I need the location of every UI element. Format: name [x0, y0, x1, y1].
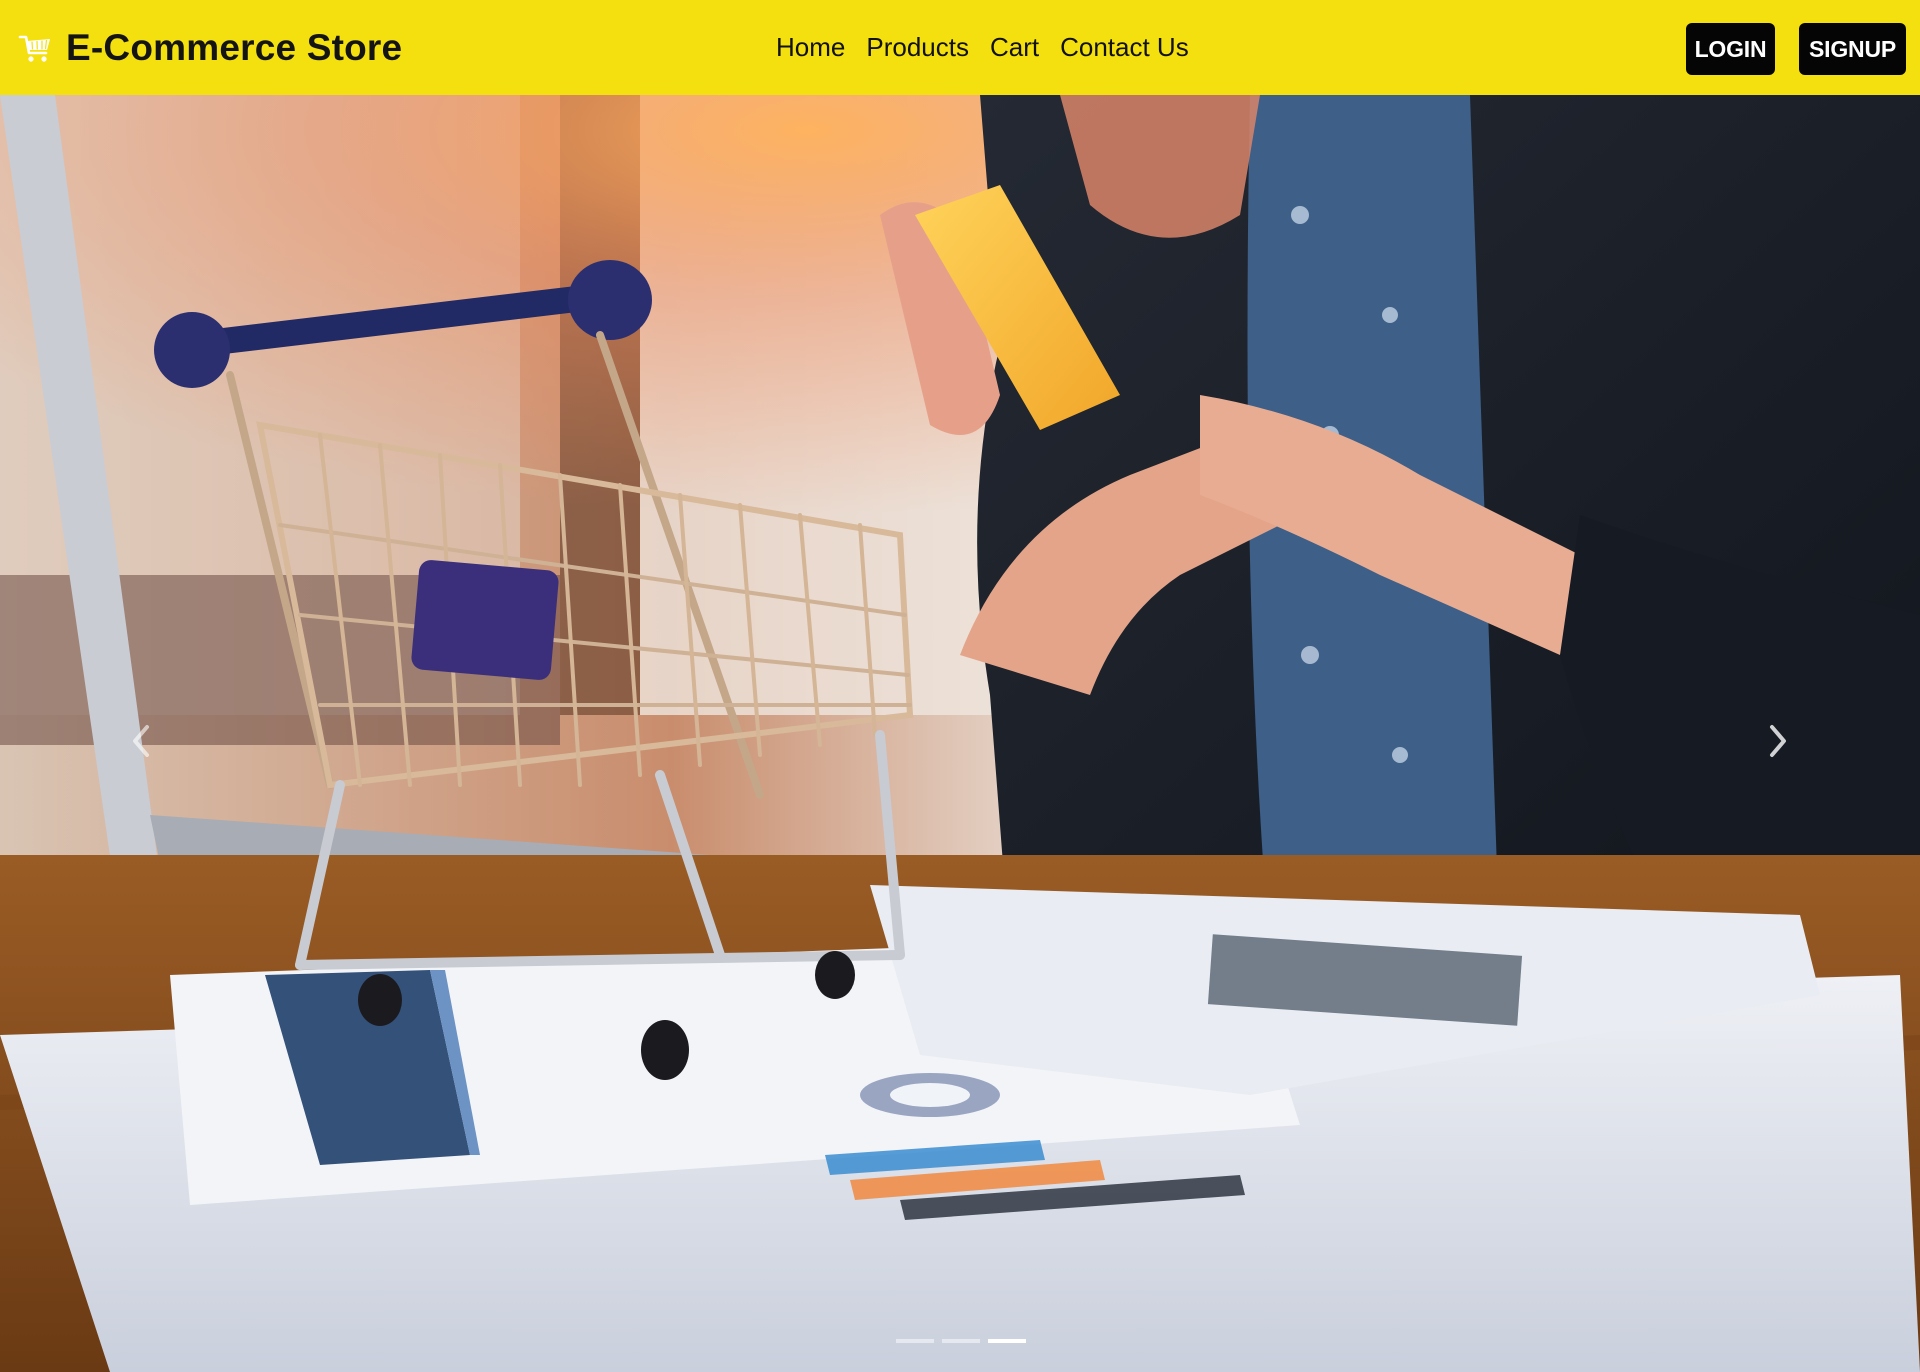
- top-navbar: E-Commerce Store Home Products Cart Cont…: [0, 0, 1920, 95]
- chevron-right-icon: [1770, 725, 1786, 757]
- carousel-indicator-3[interactable]: [988, 1339, 1026, 1343]
- hero-slide-image: [0, 95, 1920, 1372]
- main-nav: Home Products Cart Contact Us: [776, 0, 1189, 95]
- nav-item-products: Products: [866, 32, 969, 63]
- brand-name: E-Commerce Store: [66, 26, 403, 68]
- carousel-indicator-2[interactable]: [942, 1339, 980, 1343]
- nav-item-home: Home: [776, 32, 845, 63]
- auth-buttons: LOGIN SIGNUP: [1686, 23, 1906, 75]
- nav-link-cart[interactable]: Cart: [990, 32, 1039, 62]
- chevron-left-icon: [133, 725, 149, 757]
- login-button[interactable]: LOGIN: [1686, 23, 1775, 75]
- carousel-indicators: [896, 1339, 1026, 1343]
- carousel-indicator-1[interactable]: [896, 1339, 934, 1343]
- carousel-next-button[interactable]: [1758, 721, 1798, 761]
- carousel-prev-button[interactable]: [121, 721, 161, 761]
- hero-carousel: [0, 95, 1920, 1372]
- brand-link[interactable]: E-Commerce Store: [18, 0, 402, 95]
- nav-link-contact-us[interactable]: Contact Us: [1060, 32, 1189, 62]
- nav-link-products[interactable]: Products: [866, 32, 969, 62]
- shopping-cart-icon: [18, 35, 50, 62]
- nav-item-contact: Contact Us: [1060, 32, 1189, 63]
- nav-item-cart: Cart: [990, 32, 1039, 63]
- signup-button[interactable]: SIGNUP: [1799, 23, 1906, 75]
- nav-link-home[interactable]: Home: [776, 32, 845, 62]
